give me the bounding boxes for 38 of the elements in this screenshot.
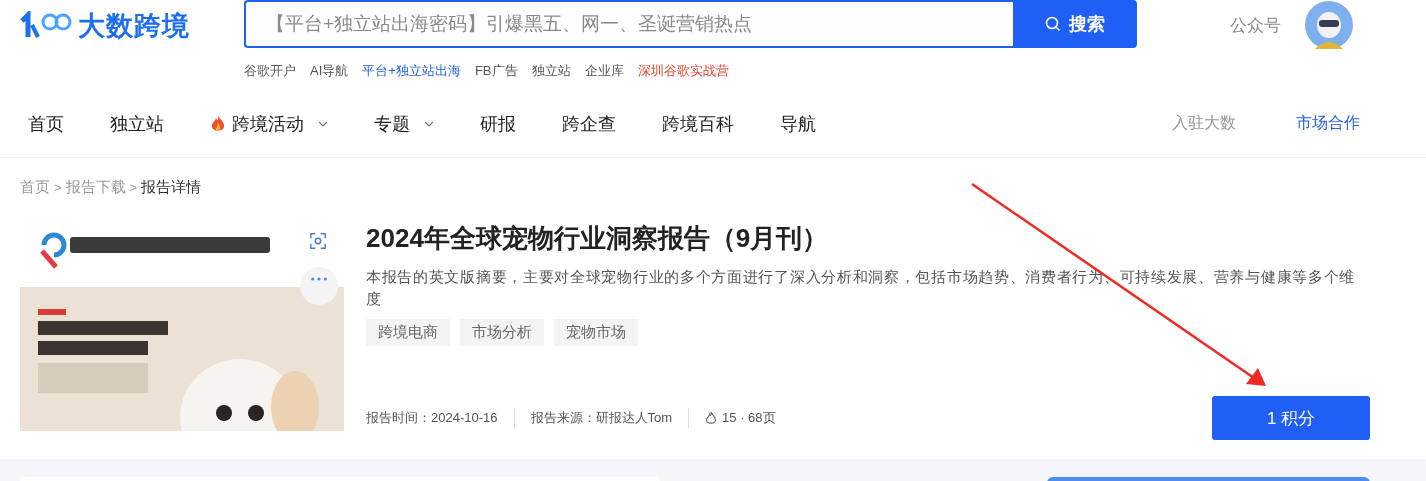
report-title: 2024年全球宠物行业洞察报告（9月刊） — [366, 222, 830, 255]
quick-link[interactable]: 独立站 — [531, 62, 571, 80]
logo-icon — [20, 11, 72, 41]
quick-link[interactable]: 深圳谷歌实战营 — [637, 62, 729, 80]
scan-icon[interactable] — [309, 232, 327, 250]
tag[interactable]: 市场分析 — [460, 319, 544, 346]
quick-link[interactable]: 企业库 — [584, 62, 624, 80]
nav-item[interactable]: 首页 — [28, 111, 64, 136]
search-icon — [1045, 16, 1061, 32]
more-icon — [310, 277, 328, 281]
nav-item[interactable]: 导航 — [780, 111, 816, 136]
account-link[interactable]: 公众号 — [1230, 14, 1281, 37]
nav-item[interactable]: 专题 — [374, 111, 434, 136]
report-meta: 报告来源：研报达人Tom — [530, 409, 673, 427]
quick-link[interactable]: AI导航 — [310, 62, 349, 80]
report-meta: 报告时间：2024-10-16 — [366, 409, 498, 427]
breadcrumb-separator: > — [54, 180, 62, 195]
report-meta: 15 · 68页 — [722, 409, 776, 427]
nav-item[interactable]: 研报 — [480, 111, 516, 136]
avatar-icon[interactable] — [1305, 1, 1353, 49]
nav-item[interactable]: 跨境百科 — [662, 111, 734, 136]
tag[interactable]: 跨境电商 — [366, 319, 450, 346]
points-button[interactable]: 1 积分 — [1212, 396, 1370, 440]
search-field[interactable]: 【平台+独立站出海密码】引爆黑五、网一、圣诞营销热点 — [244, 0, 1013, 48]
logo-text[interactable]: 大数跨境 — [78, 8, 190, 44]
nav-link[interactable]: 市场合作 — [1296, 113, 1360, 134]
quick-link[interactable]: FB广告 — [474, 62, 518, 80]
breadcrumb-link[interactable]: 报告详情 — [141, 178, 202, 197]
search-button[interactable]: 搜索 — [1013, 0, 1137, 48]
nav-item[interactable]: 独立站 — [110, 111, 164, 136]
breadcrumb-separator: > — [129, 180, 138, 195]
tag[interactable]: 宠物市场 — [554, 319, 638, 346]
flame-icon — [705, 411, 718, 425]
quick-link[interactable]: 谷歌开户 — [244, 62, 296, 80]
nav-item[interactable]: 跨境活动 — [210, 111, 328, 136]
report-description: 本报告的英文版摘要，主要对全球宠物行业的多个方面进行了深入分析和洞察，包括市场趋势、消费者行为、可持续发展、营养与健康等多个维度 — [366, 267, 1357, 309]
quick-link[interactable]: 平台+独立站出海 — [362, 62, 461, 80]
nav-item[interactable]: 跨企查 — [562, 111, 616, 136]
